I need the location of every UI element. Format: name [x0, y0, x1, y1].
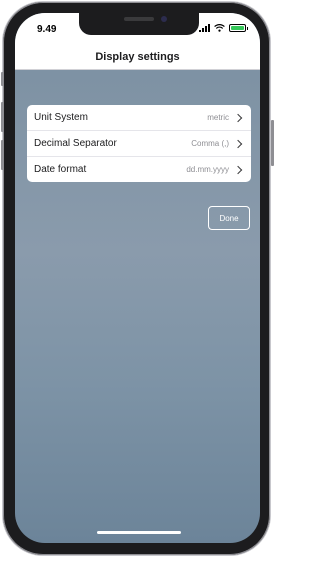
- front-camera: [161, 16, 167, 22]
- settings-row-date-format[interactable]: Date format dd.mm.yyyy: [27, 157, 251, 182]
- row-label: Date format: [34, 164, 87, 175]
- status-bar: 9.49: [15, 13, 260, 45]
- chevron-right-icon: [233, 165, 243, 174]
- chevron-right-icon: [233, 139, 243, 148]
- battery-charging-icon: [229, 24, 248, 32]
- row-label: Decimal Separator: [34, 138, 117, 149]
- mute-switch: [1, 72, 4, 86]
- earpiece-speaker: [124, 17, 154, 21]
- notch: [79, 13, 199, 35]
- navigation-bar: Display settings: [15, 45, 260, 70]
- done-button[interactable]: Done: [208, 206, 250, 230]
- page-title: Display settings: [95, 51, 180, 63]
- screen: 9.49 Display settings Unit System metric…: [15, 13, 260, 543]
- status-time: 9.49: [37, 24, 57, 35]
- battery-level-fill: [231, 26, 244, 30]
- chevron-right-icon: [233, 113, 243, 122]
- cellular-signal-icon: [199, 24, 210, 32]
- row-label: Unit System: [34, 112, 88, 123]
- battery-tip: [246, 27, 248, 30]
- row-value: metric: [207, 113, 229, 122]
- settings-row-unit-system[interactable]: Unit System metric: [27, 105, 251, 131]
- volume-up-button: [1, 102, 4, 132]
- power-button: [271, 120, 274, 166]
- settings-row-decimal-separator[interactable]: Decimal Separator Comma (,): [27, 131, 251, 157]
- home-indicator[interactable]: [97, 531, 181, 534]
- row-value: Comma (,): [191, 139, 229, 148]
- row-value: dd.mm.yyyy: [186, 165, 229, 174]
- volume-down-button: [1, 140, 4, 170]
- settings-list: Unit System metric Decimal Separator Com…: [27, 105, 251, 182]
- wifi-icon: [214, 24, 225, 32]
- status-icons: [199, 24, 248, 32]
